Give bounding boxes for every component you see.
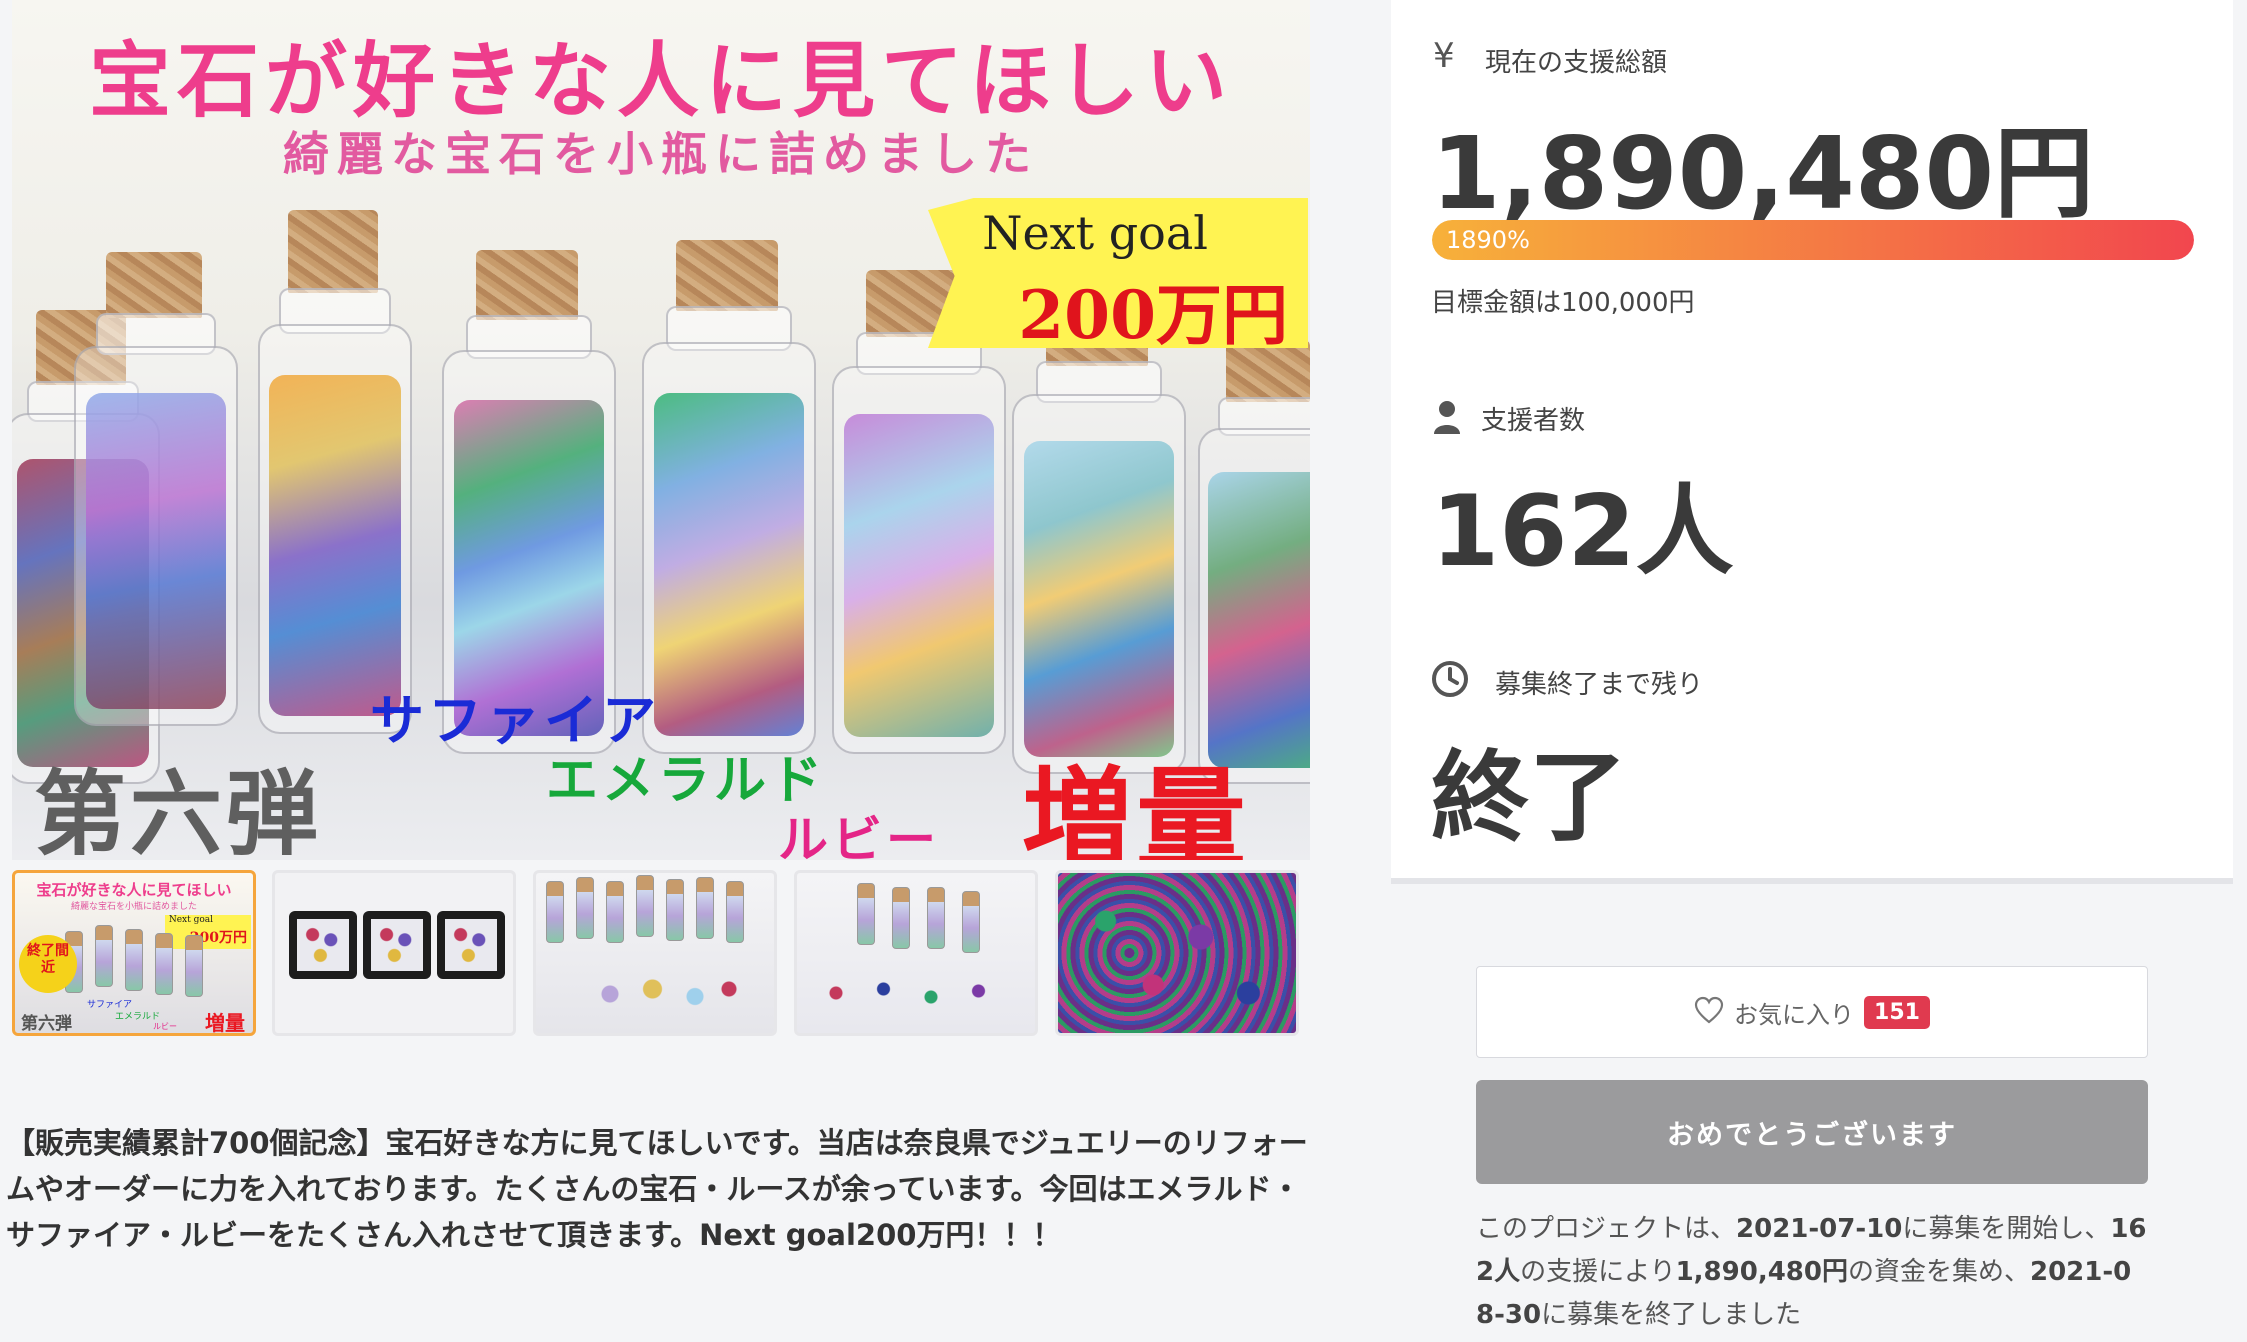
thumb-bottle [606,881,624,943]
thumb-bottle [636,875,654,937]
backers-label: 支援者数 [1481,406,1586,436]
favorite-label: お気に入り [1734,1000,1855,1029]
summary-text: に募集を開始し、 [1902,1214,2111,1244]
next-goal-amount: 200万円 [1018,276,1288,354]
thumb-gem-box [289,911,357,979]
hero-subtitle: 綺麗な宝石を小瓶に詰めました [283,127,1039,181]
summary-text: このプロジェクトは、 [1476,1214,1737,1244]
thumbnail-strip: 宝石が好きな人に見てほしい 綺麗な宝石を小瓶に詰めました Next goal 2… [12,870,1310,1040]
summary-amount: 1,890,480円 [1675,1257,1848,1287]
backers-count: 162人 [1431,475,1734,589]
thumb-bottle [576,877,594,939]
thumb-bottle [892,887,910,949]
main-project-image: 宝石が好きな人に見てほしい 綺麗な宝石を小瓶に詰めました Next goal 2… [12,0,1310,860]
gem-bottle [258,210,412,734]
favorite-button[interactable]: お気に入り 151 [1476,966,2148,1058]
heart-icon [1694,996,1724,1028]
thumb-series: 第六弾 [21,1014,72,1034]
thumbnail-5[interactable] [1055,870,1299,1036]
thumb-bottle [155,933,173,995]
funding-stats-card: ¥ 現在の支援総額 1,890,480円 1890% 目標金額は100,000円… [1391,0,2233,884]
thumb-ruby: ルビー [153,1022,177,1031]
thumb-bottle [927,887,945,949]
thumb-loose-gems [817,973,1007,1013]
thumb-bottle [546,881,564,943]
project-summary: このプロジェクトは、2021-07-10に募集を開始し、162人の支援により1,… [1476,1208,2148,1337]
thumbnail-3[interactable] [533,870,777,1036]
thumb-increase: 増量 [205,1011,245,1035]
user-icon [1433,400,1461,438]
yen-icon: ¥ [1433,36,1455,76]
thumb-bottle [726,881,744,943]
thumb-ending-soon-text: 終了間近 [27,943,69,976]
series-label: 第六弾 [34,760,323,860]
thumb-bottle [666,879,684,941]
progress-percent: 1890% [1446,226,1530,254]
thumbnail-2[interactable] [272,870,516,1036]
thumb-bottle [125,929,143,991]
thumb-bottle [857,883,875,945]
time-remaining-label: 募集終了まで残り [1495,670,1704,700]
gem-bottle [1012,300,1186,774]
favorite-count: 151 [1864,995,1930,1029]
gem-bottle [642,240,816,754]
next-goal-label: Next goal [982,206,1208,260]
gem-bottle [74,252,238,726]
summary-start-date: 2021-07-10 [1736,1214,1903,1244]
increase-label: 増量 [1022,755,1250,860]
summary-text: の支援により [1520,1257,1676,1287]
thumb-title: 宝石が好きな人に見てほしい [36,881,232,899]
thumbnail-1[interactable]: 宝石が好きな人に見てほしい 綺麗な宝石を小瓶に詰めました Next goal 2… [12,870,256,1036]
thumb-bottle [962,891,980,953]
gem-bottle [442,250,616,754]
thumb-bottle [185,935,203,997]
thumb-gem-box [363,911,431,979]
summary-text: の資金を集め、 [1847,1257,2030,1287]
thumb-subtitle: 綺麗な宝石を小瓶に詰めました [70,902,197,912]
project-description: 【販売実績累計700個記念】宝石好きな方に見てほしいです。当店は奈良県でジュエリ… [6,1126,1308,1252]
time-remaining: 終了 [1431,741,1628,855]
total-amount: 1,890,480円 [1431,115,2095,232]
summary-text: に募集を終了しました [1541,1300,1802,1330]
thumb-gem-box [437,911,505,979]
congratulations-button[interactable]: おめでとうございます [1476,1080,2148,1184]
clock-icon [1431,660,1469,702]
thumb-loose-gems [576,969,746,1019]
thumb-bottle [95,925,113,987]
hero-title: 宝石が好きな人に見てほしい [88,33,1233,129]
progress-bar-fill [1432,220,2194,260]
total-amount-label: 現在の支援総額 [1485,48,1668,78]
progress-bar: 1890% [1432,220,2194,260]
gem-bottle [1198,340,1310,784]
thumbnail-4[interactable] [794,870,1038,1036]
thumb-bottle [696,877,714,939]
gem-label-ruby: ルビー [778,810,940,860]
thumb-goal-label: Next goal [168,915,213,925]
goal-amount: 目標金額は100,000円 [1431,288,1695,318]
